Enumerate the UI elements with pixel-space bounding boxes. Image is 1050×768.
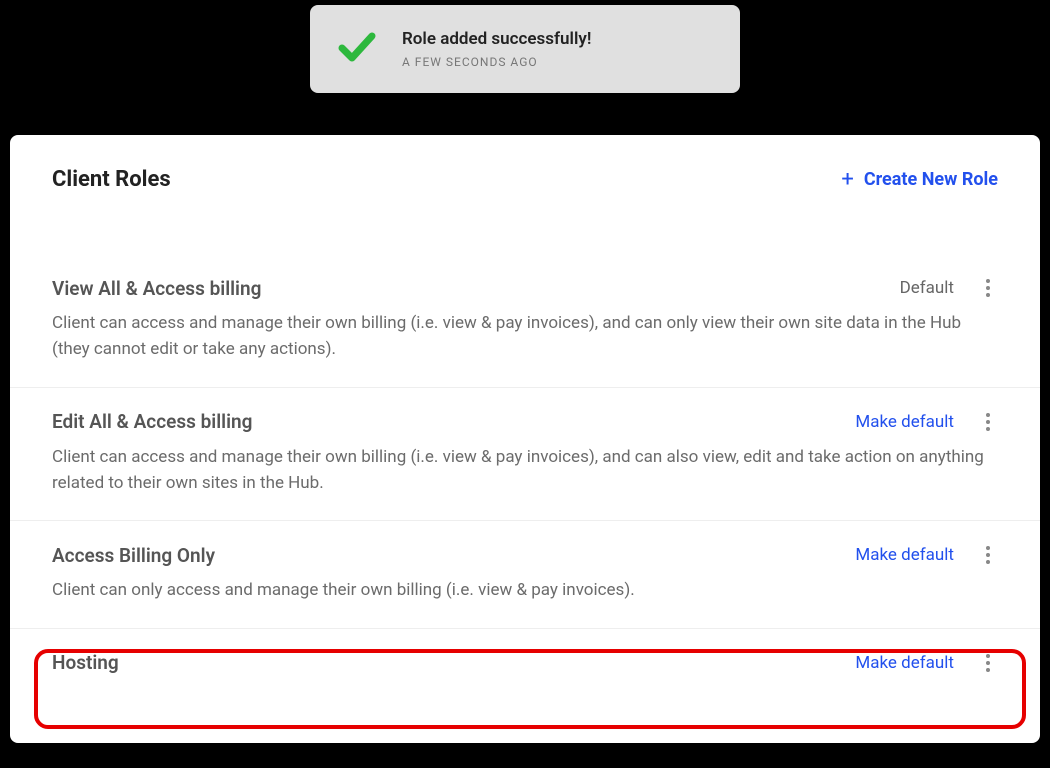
toast-notification: Role added successfully! A FEW SECONDS A… (310, 5, 740, 93)
make-default-link[interactable]: Make default (855, 545, 954, 565)
role-row: View All & Access billing Default Client c… (10, 254, 1040, 388)
create-new-role-button[interactable]: + Create New Role (841, 169, 998, 191)
panel-title: Client Roles (52, 167, 171, 192)
checkmark-icon (334, 25, 378, 73)
more-options-icon[interactable] (978, 543, 998, 567)
more-options-icon[interactable] (978, 651, 998, 675)
role-name: Hosting (52, 651, 119, 674)
role-description: Client can only access and manage their … (52, 577, 992, 603)
role-row: Hosting Make default (10, 629, 1040, 709)
toast-title: Role added successfully! (402, 29, 591, 49)
make-default-link[interactable]: Make default (855, 653, 954, 673)
default-badge: Default (900, 278, 954, 298)
role-description: Client can access and manage their own b… (52, 310, 992, 363)
more-options-icon[interactable] (978, 276, 998, 300)
client-roles-panel: Client Roles + Create New Role View All … (10, 135, 1040, 743)
role-name: View All & Access billing (52, 277, 261, 300)
make-default-link[interactable]: Make default (855, 412, 954, 432)
role-description: Client can access and manage their own b… (52, 444, 992, 497)
create-new-role-label: Create New Role (864, 169, 998, 190)
role-row: Edit All & Access billing Make default Cli… (10, 388, 1040, 522)
role-name: Access Billing Only (52, 544, 215, 567)
roles-list: View All & Access billing Default Client c… (10, 204, 1040, 709)
role-name: Edit All & Access billing (52, 410, 252, 433)
more-options-icon[interactable] (978, 410, 998, 434)
plus-icon: + (841, 169, 853, 191)
role-row: Access Billing Only Make default Client ca… (10, 521, 1040, 628)
toast-timestamp: A FEW SECONDS AGO (402, 55, 591, 69)
